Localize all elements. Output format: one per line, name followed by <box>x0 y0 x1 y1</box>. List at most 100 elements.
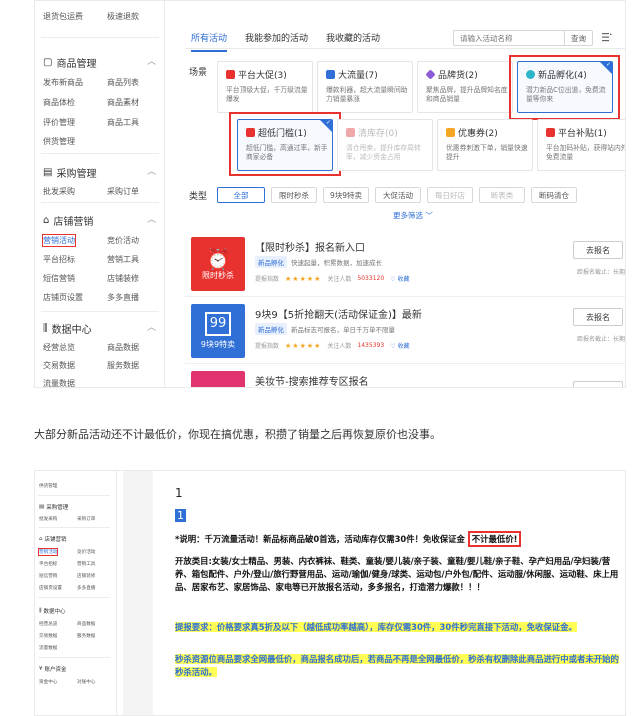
sidebar-link[interactable]: 营销工具 <box>107 254 139 265</box>
more-filters-link[interactable]: 更多筛选 ﹀ <box>393 210 433 221</box>
sidebar-link[interactable]: 供货管理 <box>39 483 57 489</box>
sidebar-link[interactable]: 经营总览 <box>43 342 75 353</box>
type-label: 类型 <box>189 192 208 202</box>
scene-card-coupon[interactable]: 优惠券(2) 优惠券刺激下单，销量快速提升 <box>437 119 533 171</box>
activity-title[interactable]: 美妆节-搜索推荐专区报名 <box>255 373 369 387</box>
signup-button[interactable] <box>573 381 623 387</box>
sidebar-link[interactable]: 服务数据 <box>77 633 95 639</box>
main-panel: 1 1 *说明：千万流量活动！新品标商品破0首选，活动库存仅需30件！免收保证金… <box>123 471 625 715</box>
signup-button[interactable]: 去报名 <box>573 241 623 259</box>
favorite-button[interactable]: ♡ 收藏 <box>390 274 409 283</box>
sidebar-link[interactable]: 店铺页设置 <box>43 292 83 303</box>
type-flash-sale[interactable]: 限时秒杀 <box>271 187 317 203</box>
sidebar-link[interactable]: 极速退款 <box>107 11 139 22</box>
deadline: 距报名截止：长期 <box>576 336 625 343</box>
sidebar-section-data[interactable]: ⫼ 数据中心 <box>39 607 66 616</box>
sidebar-link[interactable]: 批发采购 <box>43 186 75 197</box>
sidebar-section-purchase[interactable]: ▤ 采购管理 <box>43 165 96 180</box>
sidebar: 退货包运费 极速退款 ▢ 商品管理 ︿ 发布新商品 商品列表 商品体检 商品素材… <box>35 1 165 387</box>
section-title: 采购管理 <box>56 169 97 180</box>
sidebar-link[interactable]: 平台招标 <box>43 254 75 265</box>
type-9-9[interactable]: 9块9特卖 <box>323 187 369 203</box>
sidebar-link[interactable]: 交易数据 <box>39 633 57 639</box>
sidebar-link[interactable]: 商品工具 <box>107 117 139 128</box>
box-icon <box>346 128 355 137</box>
sidebar-link[interactable]: 发布新商品 <box>43 77 83 88</box>
sidebar-section-purchase[interactable]: ▤ 采购管理 <box>39 503 68 511</box>
bottom-screenshot: 供货管理 ▤ 采购管理 批发采购 采购订单 ⌂ 店铺营销 营销活动 竞价活动 平台招… <box>34 470 626 716</box>
sidebar-link[interactable]: 店铺装修 <box>107 273 139 284</box>
type-all[interactable]: 全部 <box>217 187 265 203</box>
thumb-label: 限时秒杀 <box>202 270 234 280</box>
sidebar-link[interactable]: 商品体检 <box>43 97 75 108</box>
sidebar-link[interactable]: 短信营销 <box>43 273 75 284</box>
chevron-up-icon[interactable]: ︿ <box>147 164 156 177</box>
sidebar-link[interactable]: 评价管理 <box>43 117 75 128</box>
requirements-paragraph: 提报要求：价格要求真5折及以下（越低成功率越高），库存仅需30件，30件秒完直接… <box>175 621 625 634</box>
sidebar-link[interactable]: 退货包运费 <box>43 11 83 22</box>
bag-icon: ▢ <box>43 57 53 68</box>
scene-card-big-promo[interactable]: 平台大促(3) 平台顶级大促，千万级流量爆发 <box>217 61 313 113</box>
promo-icon <box>226 70 235 79</box>
search-button[interactable]: 查询 <box>564 31 592 45</box>
activity-title[interactable]: 【限时秒杀】报名新入口 <box>255 239 365 254</box>
sidebar-link[interactable]: 短信营销 <box>39 573 57 579</box>
note-paragraph: *说明：千万流量活动！新品标商品破0首选，活动库存仅需30件！免收保证金 不计最… <box>175 531 625 547</box>
sidebar-section-marketing[interactable]: ⌂ 店铺营销 <box>39 535 67 543</box>
signup-button[interactable]: 去报名 <box>573 308 623 326</box>
sidebar-section-marketing[interactable]: ⌂ 店铺营销 <box>43 213 93 228</box>
sidebar-link[interactable]: 竞价活动 <box>107 235 139 246</box>
filter-list-icon[interactable] <box>601 31 613 43</box>
sidebar-link[interactable]: 多多直播 <box>107 292 139 303</box>
sidebar-link[interactable]: 店铺页设置 <box>39 585 62 591</box>
traffic-icon <box>326 70 335 79</box>
sidebar-link[interactable]: 商品列表 <box>107 77 139 88</box>
sidebar-link[interactable]: 服务数据 <box>107 360 139 371</box>
sidebar-link[interactable]: 采购订单 <box>107 186 139 197</box>
scene-card-traffic[interactable]: 大流量(7) 爆款利器，超大流量瞬间助力销量暴涨 <box>317 61 413 113</box>
sidebar-link-active[interactable]: 营销活动 <box>37 548 59 556</box>
sidebar-link[interactable]: 流量数据 <box>43 378 75 387</box>
activity-row[interactable]: 99 9块9特卖 9块9【5折抢翻天(活动保证金)】最新 新品孵化 新品标志可报名… <box>185 298 625 364</box>
sidebar-link[interactable]: 经营总览 <box>39 621 57 627</box>
sidebar-link[interactable]: 竞价活动 <box>77 549 95 555</box>
chevron-up-icon[interactable]: ︿ <box>147 212 156 225</box>
chevron-up-icon[interactable]: ︿ <box>147 320 156 333</box>
search-input[interactable] <box>460 33 552 43</box>
favorite-button[interactable]: ♡ 收藏 <box>390 341 409 350</box>
sidebar-section-funds[interactable]: ¥ 账户资金 <box>39 665 67 673</box>
activity-row[interactable]: ⏰ 限时秒杀 【限时秒杀】报名新入口 新品孵化 快速起量，积累数据，加速成长 提报… <box>185 231 625 297</box>
sidebar-link[interactable]: 商品数据 <box>77 621 95 627</box>
activity-row[interactable]: 美妆节-搜索推荐专区报名 <box>185 365 625 387</box>
type-clearance[interactable]: 断码清仓 <box>531 187 577 203</box>
sidebar-link[interactable]: 店铺装修 <box>77 573 95 579</box>
sidebar-link[interactable]: 多多直播 <box>77 585 95 591</box>
sidebar-link[interactable]: 批发采购 <box>39 516 57 522</box>
scene-card-subsidy[interactable]: 平台补贴(1) 平台加码补贴，获得站内外免费流量 <box>537 119 625 171</box>
sidebar-section-data[interactable]: ⫼ 数据中心 <box>43 321 92 336</box>
favorite-label: 收藏 <box>397 276 410 283</box>
sidebar-link[interactable]: 商品数据 <box>107 342 139 353</box>
sidebar-link[interactable]: 商品素材 <box>107 97 139 108</box>
selected-line-number: 1 <box>175 509 186 522</box>
sidebar-link[interactable]: 平台招标 <box>39 561 57 567</box>
sidebar-link[interactable]: 对账中心 <box>77 679 95 685</box>
sidebar-link[interactable]: 资金中心 <box>39 679 57 685</box>
requirements-text: 提报要求：价格要求真5折及以下（越低成功率越高），库存仅需30件，30件秒完直接… <box>175 622 577 632</box>
chevron-up-icon[interactable]: ︿ <box>147 54 156 67</box>
sidebar-link[interactable]: 营销工具 <box>77 561 95 567</box>
sidebar-link[interactable]: 流量数据 <box>39 645 57 651</box>
wallet-icon: ¥ <box>39 666 43 672</box>
type-promo[interactable]: 大促活动 <box>375 187 421 203</box>
highlight-box <box>509 55 620 120</box>
type-daily-shop[interactable]: 每日好店 <box>427 187 473 203</box>
sidebar-link[interactable]: 供货管理 <box>43 136 75 147</box>
activity-title[interactable]: 9块9【5折抢翻天(活动保证金)】最新 <box>255 306 422 321</box>
sidebar-link[interactable]: 采购订单 <box>77 516 95 522</box>
sidebar-link-active[interactable]: 营销活动 <box>42 234 76 247</box>
sidebar-section-products[interactable]: ▢ 商品管理 <box>43 55 96 70</box>
scene-card-brand[interactable]: 品牌货(2) 聚焦品牌，提升品牌知名度和商品销量 <box>417 61 513 113</box>
type-table[interactable]: 断表类 <box>479 187 525 203</box>
section-title: 店铺营销 <box>44 537 67 543</box>
sidebar-link[interactable]: 交易数据 <box>43 360 75 371</box>
